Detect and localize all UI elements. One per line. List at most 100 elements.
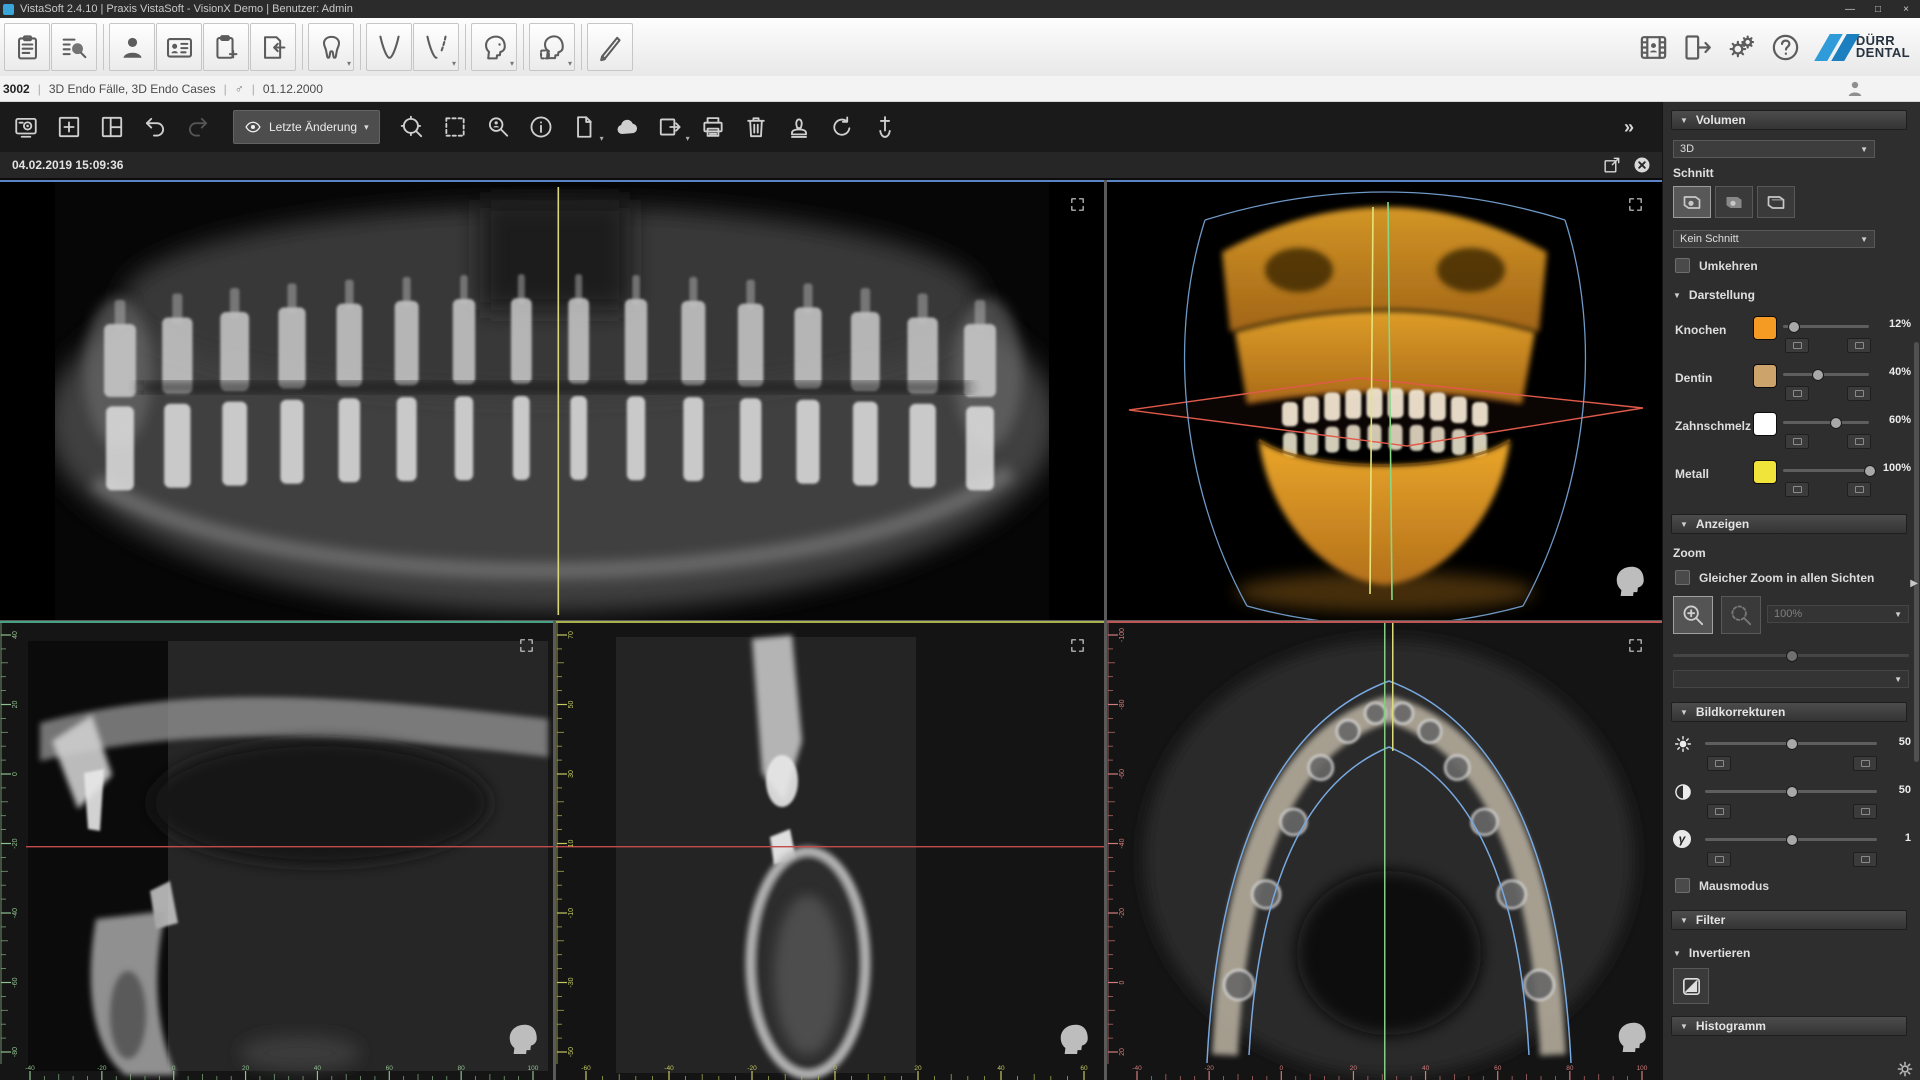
open-in-window-icon[interactable] (1602, 155, 1622, 175)
viewport-panorama[interactable] (0, 180, 1104, 620)
material-color-swatch[interactable] (1753, 316, 1777, 340)
section-header-filter[interactable]: ▼ Filter (1671, 910, 1907, 930)
case-name[interactable]: 3D Endo Fälle, 3D Endo Cases (49, 82, 216, 96)
slider-preset-button[interactable] (1707, 756, 1731, 771)
import-export-button[interactable] (250, 23, 296, 71)
implant-tool-button[interactable] (865, 107, 905, 147)
zoom-region-button[interactable] (1721, 596, 1761, 634)
invert-image-button[interactable] (1673, 968, 1709, 1004)
maximize-button[interactable]: □ (1864, 4, 1892, 15)
skull-box-button[interactable]: ▾ (529, 23, 575, 71)
slider-preset-button[interactable] (1853, 804, 1877, 819)
volume-mode-select[interactable]: 3D ▼ (1673, 140, 1875, 158)
layout-select-button[interactable] (92, 107, 132, 147)
zoom-level-select[interactable]: 100% ▼ (1767, 605, 1909, 623)
document-new-button[interactable]: ▾ (564, 107, 604, 147)
section-header-bildkorrekturen[interactable]: ▼ Bildkorrekturen (1671, 702, 1907, 722)
toolbar-overflow-chevron[interactable]: » (1624, 117, 1632, 138)
viewport-3d-volume[interactable] (1107, 180, 1662, 620)
help-button[interactable] (1764, 24, 1808, 70)
cloud-upload-button[interactable] (607, 107, 647, 147)
close-button[interactable]: × (1892, 4, 1920, 15)
new-record-button[interactable] (203, 23, 249, 71)
slider-preset-button[interactable] (1847, 434, 1871, 449)
image-series-button[interactable] (1632, 24, 1676, 70)
slider-preset-button[interactable] (1707, 804, 1731, 819)
material-opacity-slider[interactable] (1783, 421, 1869, 424)
selection-marquee-button[interactable] (435, 107, 475, 147)
slider-preset-button[interactable] (1847, 482, 1871, 497)
viewport-axial[interactable]: -100-80-60-40-20020 -40-20020406080100 (1107, 621, 1662, 1080)
patient-export-button[interactable] (1676, 24, 1720, 70)
patient-search-button[interactable] (51, 23, 97, 71)
brightness-slider[interactable] (1705, 742, 1877, 745)
fullscreen-icon[interactable] (1627, 196, 1644, 213)
viewport-sagittal[interactable]: 40200-20-40-60-80 -40-20020406080100 (0, 621, 553, 1080)
section-header-histogramm[interactable]: ▼ Histogramm (1671, 1016, 1907, 1036)
settings-button[interactable] (1720, 24, 1764, 70)
panel-expand-arrow[interactable]: ▶ (1910, 578, 1918, 589)
slider-preset-button[interactable] (1853, 852, 1877, 867)
approve-stamp-button[interactable] (779, 107, 819, 147)
last-change-dropdown[interactable]: Letzte Änderung ▾ (233, 110, 380, 144)
section-header-volumen[interactable]: ▼ Volumen (1671, 110, 1907, 130)
zoom-preset-select[interactable]: ▼ (1673, 670, 1909, 688)
gear-icon[interactable] (1894, 1058, 1916, 1080)
tooth-button[interactable]: ▾ (308, 23, 354, 71)
patient-id[interactable]: 3002 (3, 82, 30, 96)
window-export-button[interactable]: ▾ (650, 107, 690, 147)
close-view-icon[interactable] (1632, 155, 1652, 175)
slider-preset-button[interactable] (1847, 386, 1871, 401)
checkbox[interactable] (1675, 570, 1690, 585)
orientation-head-icon[interactable] (1054, 1018, 1090, 1060)
patient-button[interactable] (109, 23, 155, 71)
material-color-swatch[interactable] (1753, 364, 1777, 388)
panel-scrollbar[interactable] (1914, 342, 1919, 762)
slider-preset-button[interactable] (1853, 756, 1877, 771)
minimize-button[interactable]: — (1836, 4, 1864, 15)
fullscreen-icon[interactable] (518, 637, 535, 654)
undo-button[interactable] (135, 107, 175, 147)
viewport-cross-section[interactable]: 70503010-10-30-50 -60-40-200204060 (556, 621, 1104, 1080)
ceph-pen-button[interactable] (587, 23, 633, 71)
arch-full-button[interactable] (366, 23, 412, 71)
checkbox[interactable] (1675, 258, 1690, 273)
zoom-slider[interactable] (1673, 654, 1909, 657)
image-info-button[interactable] (521, 107, 561, 147)
slider-preset-button[interactable] (1847, 338, 1871, 353)
section-header-invertieren[interactable]: ▼ Invertieren (1673, 946, 1750, 960)
slab-mid-button[interactable] (1715, 186, 1753, 218)
fullscreen-icon[interactable] (1069, 637, 1086, 654)
layout-add-button[interactable] (49, 107, 89, 147)
inspect-probe-button[interactable] (478, 107, 518, 147)
material-opacity-slider[interactable] (1783, 469, 1869, 472)
slider-preset-button[interactable] (1785, 434, 1809, 449)
region-of-interest-button[interactable] (392, 107, 432, 147)
fullscreen-icon[interactable] (1069, 196, 1086, 213)
slice-mode-select[interactable]: Kein Schnitt ▼ (1673, 230, 1875, 248)
checkbox[interactable] (1675, 878, 1690, 893)
patient-avatar-icon[interactable] (1844, 78, 1866, 99)
rotate-view-button[interactable] (822, 107, 862, 147)
redo-button[interactable] (178, 107, 218, 147)
section-header-anzeigen[interactable]: ▼ Anzeigen (1671, 514, 1907, 534)
delete-button[interactable] (736, 107, 776, 147)
capture-view-button[interactable] (6, 107, 46, 147)
slider-preset-button[interactable] (1707, 852, 1731, 867)
orientation-head-icon[interactable] (503, 1018, 539, 1060)
orientation-head-icon[interactable] (1610, 560, 1646, 602)
slider-preset-button[interactable] (1785, 338, 1809, 353)
material-opacity-slider[interactable] (1783, 325, 1869, 328)
slab-front-button[interactable] (1673, 186, 1711, 218)
slider-preset-button[interactable] (1785, 482, 1809, 497)
contrast-slider[interactable] (1705, 790, 1877, 793)
worklist-button[interactable] (4, 23, 50, 71)
zoom-in-button[interactable] (1673, 596, 1713, 634)
material-color-swatch[interactable] (1753, 412, 1777, 436)
gamma-slider[interactable] (1705, 838, 1877, 841)
slab-frame-button[interactable] (1757, 186, 1795, 218)
patient-card-button[interactable] (156, 23, 202, 71)
head-3d-button[interactable]: ▾ (471, 23, 517, 71)
material-opacity-slider[interactable] (1783, 373, 1869, 376)
material-color-swatch[interactable] (1753, 460, 1777, 484)
